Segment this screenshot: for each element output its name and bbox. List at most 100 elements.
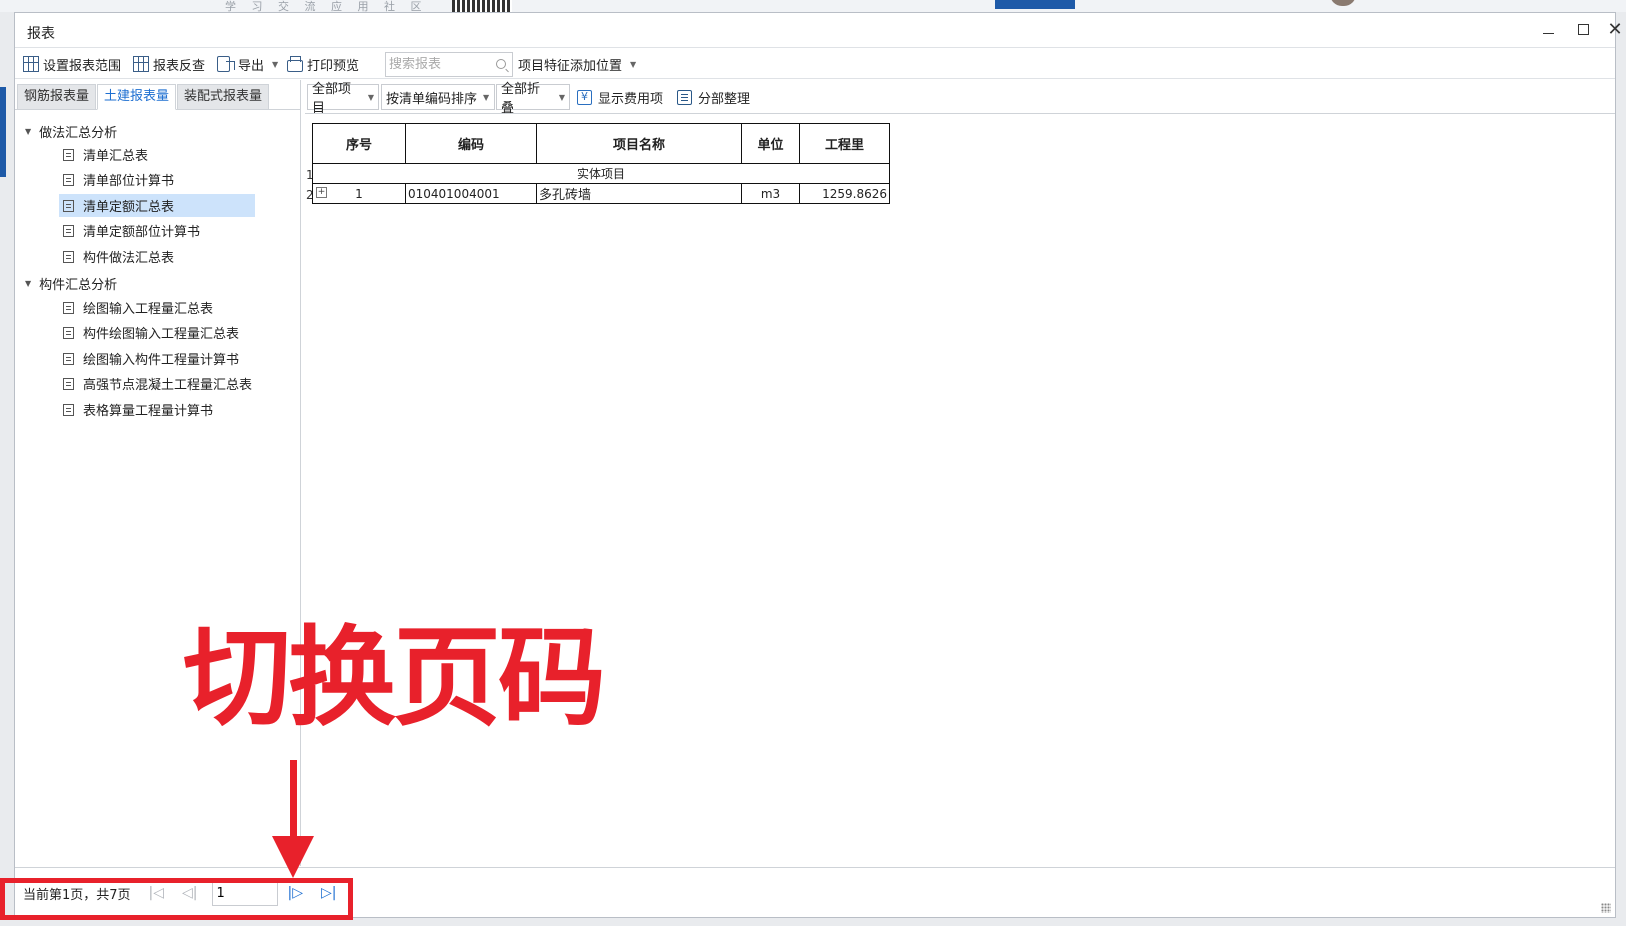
tree-item-label: 清单定额部位计算书	[83, 225, 201, 240]
section-arrange-label: 分部整理	[698, 91, 751, 107]
document-icon	[63, 326, 74, 339]
tree-item-table-calc[interactable]: 表格算量工程量计算书	[59, 398, 255, 421]
tab-prefab-report[interactable]: 装配式报表量	[177, 84, 270, 110]
minimize-icon	[1542, 32, 1554, 34]
column-header-name: 项目名称	[536, 123, 742, 164]
tree-item-label: 绘图输入工程量汇总表	[83, 302, 214, 317]
search-input[interactable]	[389, 57, 489, 72]
document-icon	[63, 148, 74, 161]
report-search-box[interactable]	[385, 52, 513, 77]
tree-item-drawing-component-calc[interactable]: 绘图输入构件工程量计算书	[59, 347, 255, 370]
document-icon	[63, 301, 74, 314]
tree-item-label: 绘图输入构件工程量计算书	[83, 353, 240, 368]
tree-item-label: 高强节点混凝土工程量汇总表	[83, 378, 253, 393]
table-search-icon	[133, 56, 149, 72]
last-page-button[interactable]: ▷|	[321, 885, 336, 901]
expand-plus-icon[interactable]: +	[316, 187, 327, 198]
annotation-arrow-head-icon	[272, 836, 314, 878]
name-cell: 多孔砖墙	[536, 183, 742, 204]
set-range-button[interactable]: 设置报表范围	[23, 52, 121, 76]
all-items-dropdown[interactable]: 全部项目 ▼	[307, 82, 379, 116]
quantity-cell: 1259.8626	[799, 183, 890, 204]
background-button	[995, 0, 1075, 9]
tree-item-label: 清单汇总表	[83, 149, 149, 164]
tree-item-component-drawing-qty-summary[interactable]: 构件绘图输入工程量汇总表	[59, 321, 255, 344]
export-button[interactable]: 导出 ▼	[217, 52, 278, 76]
report-tree-panel: 钢筋报表量 土建报表量 装配式报表量 ▼ 做法汇总分析 清单汇总表 清单部位计算…	[15, 80, 301, 866]
print-preview-label: 打印预览	[307, 58, 360, 74]
minimize-button[interactable]	[1538, 20, 1558, 40]
all-items-label: 全部项目	[312, 82, 352, 116]
feature-position-label: 项目特征添加位置	[518, 58, 623, 74]
column-header-quantity: 工程里	[799, 123, 890, 164]
tree-item-high-strength-concrete-summary[interactable]: 高强节点混凝土工程量汇总表	[59, 372, 259, 395]
tab-rebar-report[interactable]: 钢筋报表量	[17, 84, 97, 110]
collapse-dropdown[interactable]: 全部折叠 ▼	[496, 82, 570, 116]
prev-page-button[interactable]: ◁|	[182, 885, 197, 901]
tree-group-method-summary[interactable]: ▼ 做法汇总分析	[25, 122, 117, 141]
first-page-icon: |◁	[148, 885, 165, 901]
reverse-check-button[interactable]: 报表反查	[133, 52, 205, 76]
document-icon	[63, 403, 74, 416]
sort-dropdown[interactable]: 按清单编码排序 ▼	[381, 84, 495, 110]
annotation-text: 切换页码	[183, 616, 606, 741]
list-icon	[677, 89, 692, 105]
tree-item-list-quota-part-calc[interactable]: 清单定额部位计算书	[59, 219, 255, 242]
section-label: 实体项目	[312, 163, 890, 184]
document-icon	[63, 377, 74, 390]
tree-group-component-summary[interactable]: ▼ 构件汇总分析	[25, 274, 117, 293]
table-header-row: 序号 编码 项目名称 单位 工程里	[312, 123, 890, 164]
column-header-seq: 序号	[312, 123, 406, 164]
report-sub-toolbar: 全部项目 ▼ 按清单编码排序 ▼ 全部折叠 ▼ ¥ 显示费用项 分部整理	[305, 80, 1615, 116]
tree-item-list-summary[interactable]: 清单汇总表	[59, 143, 255, 166]
background-app-strip: 学 习 交 流 应 用 社 区	[0, 0, 1626, 13]
unit-cell: m3	[741, 183, 800, 204]
qr-code-icon	[452, 0, 512, 12]
first-page-button[interactable]: |◁	[149, 885, 164, 901]
document-icon	[63, 250, 74, 263]
tree-item-label: 表格算量工程量计算书	[83, 404, 214, 419]
document-icon	[63, 199, 74, 212]
search-icon[interactable]	[496, 59, 506, 69]
table-row[interactable]: + 1 010401004001 多孔砖墙 m3 1259.8626	[312, 183, 890, 204]
chevron-down-icon: ▼	[272, 59, 279, 69]
avatar	[1330, 0, 1356, 6]
show-fees-label: 显示费用项	[598, 91, 664, 107]
show-fees-button[interactable]: ¥ 显示费用项	[577, 84, 663, 110]
maximize-icon	[1577, 24, 1589, 35]
chevron-down-icon: ▼	[367, 92, 374, 102]
tree-group-label: 构件汇总分析	[39, 278, 118, 293]
tree-item-component-method-summary[interactable]: 构件做法汇总表	[59, 245, 255, 268]
prev-page-icon: ◁|	[182, 885, 198, 901]
expand-triangle-icon[interactable]: ▼	[25, 279, 31, 288]
tree-item-list-part-calc[interactable]: 清单部位计算书	[59, 168, 255, 191]
print-preview-button[interactable]: 打印预览	[287, 52, 359, 76]
tree-group-label: 做法汇总分析	[39, 126, 118, 141]
chevron-down-icon: ▼	[558, 92, 565, 102]
section-arrange-button[interactable]: 分部整理	[677, 84, 750, 110]
document-icon	[63, 224, 74, 237]
feature-position-dropdown[interactable]: 项目特征添加位置 ▼	[518, 52, 636, 76]
report-dialog: 报表 ✕ 设置报表范围 报表反查 导出 ▼ 打印预览 项目特征添加位置 ▼	[14, 12, 1623, 918]
page-number-input[interactable]	[211, 880, 278, 906]
expand-triangle-icon[interactable]: ▼	[25, 127, 31, 136]
tab-civil-report[interactable]: 土建报表量	[97, 84, 177, 110]
title-bar[interactable]: 报表 ✕	[15, 13, 1623, 45]
code-cell: 010401004001	[405, 183, 537, 204]
tree-item-drawing-qty-summary[interactable]: 绘图输入工程量汇总表	[59, 296, 255, 319]
yen-icon: ¥	[577, 89, 592, 105]
tree-item-label: 清单部位计算书	[83, 174, 175, 189]
report-table: 序号 编码 项目名称 单位 工程里 实体项目 + 1 010401004001 …	[312, 123, 890, 204]
tree-item-list-quota-summary[interactable]: 清单定额汇总表	[59, 194, 255, 217]
next-page-icon: |▷	[287, 885, 303, 901]
tree-item-label: 构件做法汇总表	[83, 251, 175, 266]
resize-grip-icon[interactable]	[1601, 903, 1611, 913]
table-row[interactable]: 实体项目	[312, 163, 890, 184]
tree-item-label: 构件绘图输入工程量汇总表	[83, 327, 240, 342]
next-page-button[interactable]: |▷	[288, 885, 303, 901]
grid-icon	[23, 56, 39, 72]
close-button[interactable]: ✕	[1605, 20, 1625, 40]
maximize-button[interactable]	[1573, 20, 1593, 40]
document-icon	[63, 173, 74, 186]
report-type-tabs: 钢筋报表量 土建报表量 装配式报表量	[15, 80, 301, 110]
